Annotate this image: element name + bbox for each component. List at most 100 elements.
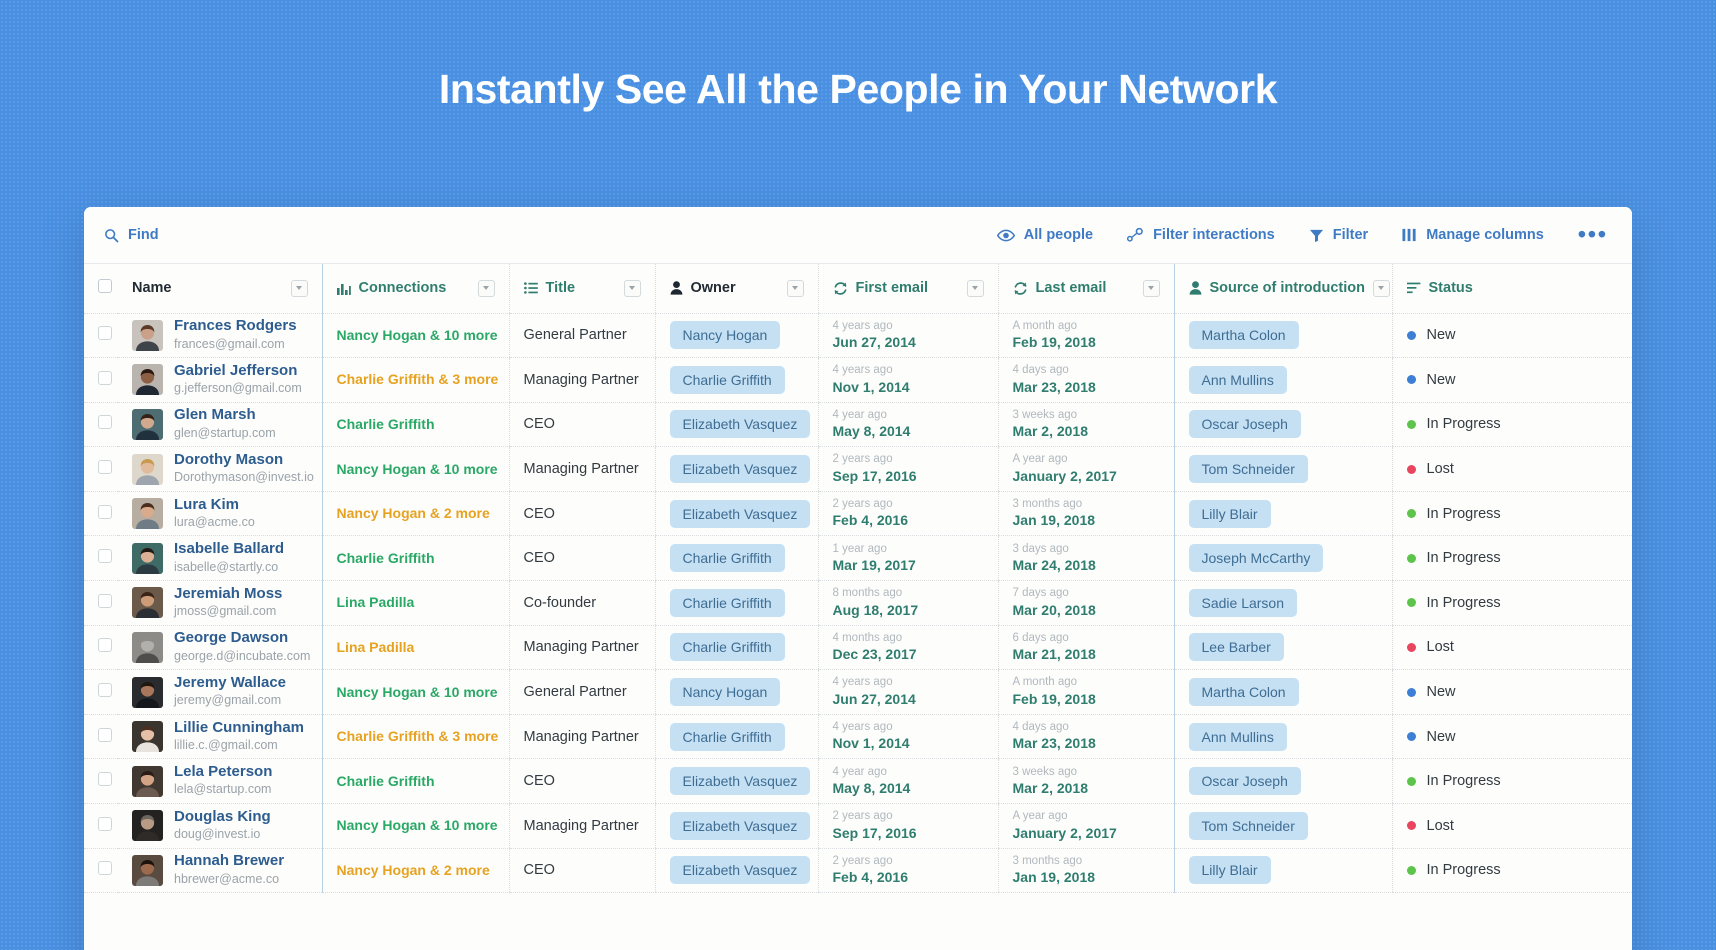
connections-link[interactable]: Charlie Griffith & 3 more	[337, 728, 499, 744]
row-checkbox[interactable]	[98, 504, 112, 519]
source-chip[interactable]: Lilly Blair	[1188, 856, 1271, 885]
table-row[interactable]: Douglas King doug@invest.io Nancy Hogan …	[84, 803, 1632, 849]
row-checkbox[interactable]	[98, 683, 112, 698]
owner-chip[interactable]: Nancy Hogan	[669, 321, 781, 350]
table-row[interactable]: Dorothy Mason Dorothymason@invest.io Nan…	[84, 446, 1632, 492]
table-row[interactable]: Frances Rodgers frances@gmail.com Nancy …	[84, 313, 1632, 359]
person-name[interactable]: Isabelle Ballard	[174, 540, 284, 557]
source-chip[interactable]: Martha Colon	[1188, 321, 1299, 350]
owner-chip[interactable]: Nancy Hogan	[669, 678, 781, 707]
table-row[interactable]: Hannah Brewer hbrewer@acme.co Nancy Hoga…	[84, 848, 1632, 894]
column-menu-source[interactable]	[1372, 279, 1390, 297]
table-row[interactable]: Jeremy Wallace jeremy@gmail.com Nancy Ho…	[84, 669, 1632, 715]
column-header-name[interactable]: Name	[118, 264, 322, 314]
source-chip[interactable]: Sadie Larson	[1188, 588, 1298, 617]
column-header-last-email[interactable]: Last email	[997, 264, 1174, 314]
column-menu-owner[interactable]	[786, 279, 804, 297]
connections-link[interactable]: Nancy Hogan & 10 more	[337, 327, 498, 343]
column-menu-title[interactable]	[623, 279, 641, 297]
source-chip[interactable]: Lilly Blair	[1188, 499, 1271, 528]
person-name[interactable]: Jeremy Wallace	[174, 674, 286, 691]
table-row[interactable]: Isabelle Ballard isabelle@startly.co Cha…	[84, 535, 1632, 582]
connections-link[interactable]: Nancy Hogan & 10 more	[337, 817, 498, 833]
connections-link[interactable]: Nancy Hogan & 10 more	[337, 461, 498, 477]
column-header-title[interactable]: Title	[508, 264, 655, 314]
column-menu-name[interactable]	[290, 279, 308, 297]
table-row[interactable]: George Dawson george.d@incubate.com Lina…	[84, 625, 1632, 671]
person-name[interactable]: Dorothy Mason	[174, 451, 283, 468]
owner-chip[interactable]: Charlie Griffith	[669, 722, 785, 751]
person-name[interactable]: Glen Marsh	[174, 406, 256, 423]
owner-chip[interactable]: Charlie Griffith	[669, 544, 785, 573]
person-name[interactable]: Jeremiah Moss	[174, 585, 282, 602]
connections-link[interactable]: Charlie Griffith	[337, 550, 435, 566]
table-row[interactable]: Gabriel Jefferson g.jefferson@gmail.com …	[84, 357, 1632, 403]
person-name[interactable]: Lura Kim	[174, 496, 239, 513]
column-header-status[interactable]: Status	[1391, 264, 1632, 314]
row-checkbox[interactable]	[98, 549, 112, 564]
manage-columns-button[interactable]: Manage columns	[1402, 227, 1544, 243]
source-chip[interactable]: Oscar Joseph	[1188, 767, 1301, 796]
person-name[interactable]: Lillie Cunningham	[174, 719, 304, 736]
filter-interactions-button[interactable]: Filter interactions	[1127, 227, 1275, 243]
owner-chip[interactable]: Elizabeth Vasquez	[669, 410, 811, 439]
column-header-connections[interactable]: Connections	[321, 264, 509, 314]
select-all-checkbox[interactable]	[98, 279, 112, 294]
column-header-first-email[interactable]: First email	[817, 264, 998, 314]
connections-link[interactable]: Nancy Hogan & 10 more	[337, 684, 498, 700]
row-checkbox[interactable]	[98, 326, 112, 341]
row-checkbox[interactable]	[98, 593, 112, 608]
row-checkbox[interactable]	[98, 816, 112, 831]
row-checkbox[interactable]	[98, 772, 112, 787]
person-name[interactable]: George Dawson	[174, 629, 288, 646]
owner-chip[interactable]: Charlie Griffith	[669, 633, 785, 662]
owner-chip[interactable]: Elizabeth Vasquez	[669, 455, 811, 484]
person-name[interactable]: Gabriel Jefferson	[174, 362, 297, 379]
connections-link[interactable]: Charlie Griffith	[337, 773, 435, 789]
source-chip[interactable]: Lee Barber	[1188, 633, 1284, 662]
table-row[interactable]: Lillie Cunningham lillie.c.@gmail.com Ch…	[84, 714, 1632, 760]
connections-link[interactable]: Lina Padilla	[337, 639, 415, 655]
owner-chip[interactable]: Charlie Griffith	[669, 588, 785, 617]
owner-chip[interactable]: Elizabeth Vasquez	[669, 856, 811, 885]
row-checkbox[interactable]	[98, 370, 112, 385]
person-name[interactable]: Douglas King	[174, 808, 271, 825]
owner-chip[interactable]: Elizabeth Vasquez	[669, 499, 811, 528]
find-button[interactable]: Find	[104, 227, 159, 243]
more-options-button[interactable]: •••	[1578, 223, 1608, 246]
connections-link[interactable]: Nancy Hogan & 2 more	[337, 862, 490, 878]
table-row[interactable]: Jeremiah Moss jmoss@gmail.com Lina Padil…	[84, 580, 1632, 626]
connections-link[interactable]: Charlie Griffith & 3 more	[337, 371, 499, 387]
owner-chip[interactable]: Elizabeth Vasquez	[669, 811, 811, 840]
connections-link[interactable]: Charlie Griffith	[337, 416, 435, 432]
column-menu-connections[interactable]	[477, 279, 495, 297]
table-row[interactable]: Lura Kim lura@acme.co Nancy Hogan & 2 mo…	[84, 491, 1632, 537]
source-chip[interactable]: Ann Mullins	[1188, 365, 1287, 394]
source-chip[interactable]: Joseph McCarthy	[1188, 544, 1324, 573]
owner-chip[interactable]: Charlie Griffith	[669, 365, 785, 394]
row-checkbox[interactable]	[98, 861, 112, 876]
source-chip[interactable]: Oscar Joseph	[1188, 410, 1301, 439]
column-header-owner[interactable]: Owner	[654, 264, 818, 314]
source-chip[interactable]: Ann Mullins	[1188, 722, 1287, 751]
row-checkbox[interactable]	[98, 727, 112, 742]
row-checkbox[interactable]	[98, 460, 112, 475]
person-name[interactable]: Lela Peterson	[174, 763, 272, 780]
all-people-button[interactable]: All people	[996, 227, 1093, 243]
filter-button[interactable]: Filter	[1309, 227, 1368, 243]
person-name[interactable]: Frances Rodgers	[174, 317, 297, 334]
table-row[interactable]: Glen Marsh glen@startup.com Charlie Grif…	[84, 402, 1632, 448]
person-name[interactable]: Hannah Brewer	[174, 852, 284, 869]
source-chip[interactable]: Martha Colon	[1188, 678, 1299, 707]
connections-link[interactable]: Lina Padilla	[337, 594, 415, 610]
row-checkbox[interactable]	[98, 415, 112, 430]
column-header-source[interactable]: Source of introduction	[1173, 264, 1392, 314]
row-checkbox[interactable]	[98, 638, 112, 653]
source-chip[interactable]: Tom Schneider	[1188, 811, 1308, 840]
column-menu-first-email[interactable]	[966, 279, 984, 297]
table-row[interactable]: Lela Peterson lela@startup.com Charlie G…	[84, 758, 1632, 805]
connections-link[interactable]: Nancy Hogan & 2 more	[337, 505, 490, 521]
column-menu-last-email[interactable]	[1142, 279, 1160, 297]
owner-chip[interactable]: Elizabeth Vasquez	[669, 767, 811, 796]
source-chip[interactable]: Tom Schneider	[1188, 455, 1308, 484]
